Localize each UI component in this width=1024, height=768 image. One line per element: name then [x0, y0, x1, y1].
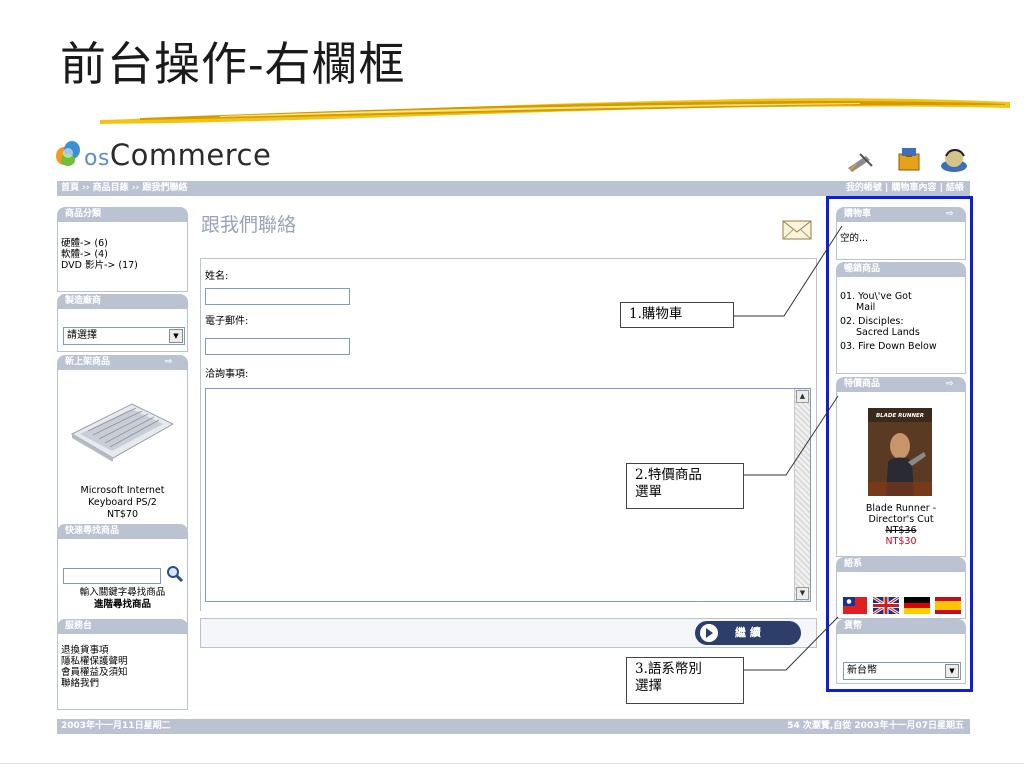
manufacturers-box: 製造廠商 請選擇 ▼	[57, 294, 188, 352]
enquiry-label: 洽詢事項:	[205, 369, 249, 380]
category-item[interactable]: 軟體-> (4)	[61, 249, 184, 260]
footer-counter: 54 次瀏覽,自從 2003年十一月07日星期五	[787, 721, 964, 731]
new-product-name[interactable]: Microsoft Internet	[58, 485, 187, 497]
callout-cart: 1.購物車	[620, 302, 734, 328]
arrow-right-icon	[700, 624, 718, 642]
scroll-down-icon[interactable]: ▼	[796, 587, 809, 600]
advanced-search-link[interactable]: 進階尋找商品	[58, 599, 187, 611]
footer-bar: 2003年十一月11日星期二 54 次瀏覽,自從 2003年十一月07日星期五	[57, 719, 970, 734]
callout-specials: 2.特價商品 選單	[626, 463, 744, 509]
scroll-up-icon[interactable]: ▲	[796, 390, 809, 403]
information-title: 服務台	[57, 619, 188, 634]
breadcrumb-bar: 首頁 ›› 商品目錄 ›› 跟我們聯絡 我的帳號 | 購物車內容 | 結帳	[57, 181, 970, 196]
keyboard-image[interactable]	[70, 400, 175, 462]
callout-lang-line2: 選擇	[635, 678, 662, 694]
quick-find-box: 快速尋找商品 輸入關鍵字尋找商品 進階尋找商品	[57, 524, 188, 625]
account-icon[interactable]	[846, 150, 874, 174]
right-column-highlight	[826, 196, 973, 692]
logo-commerce: Commerce	[109, 138, 272, 172]
email-field[interactable]	[205, 338, 350, 355]
category-item[interactable]: 硬體-> (6)	[61, 238, 184, 249]
new-products-box: 新上架商品 ⇨ Microsoft Internet Keyboard PS/2 …	[57, 355, 188, 529]
search-icon[interactable]	[166, 565, 184, 583]
callout-specials-line2: 選單	[635, 484, 662, 500]
quick-find-hint: 輸入關鍵字尋找商品	[79, 587, 166, 598]
information-box: 服務台 退換貨事項 隱私權保護聲明 會員權益及須知 聯絡我們	[57, 619, 188, 710]
callout-lang-line1: 3.語系幣別	[635, 661, 702, 677]
oscommerce-logo[interactable]: osCommerce	[84, 138, 271, 172]
category-item[interactable]: DVD 影片-> (17)	[61, 260, 184, 271]
new-products-title: 新上架商品 ⇨	[57, 355, 188, 370]
checkout-icon[interactable]	[938, 144, 970, 174]
oscommerce-logo-icon	[56, 141, 80, 166]
footer-date: 2003年十一月11日星期二	[61, 721, 171, 731]
new-product-name-2[interactable]: Keyboard PS/2	[58, 497, 187, 509]
breadcrumb[interactable]: 首頁 ›› 商品目錄 ›› 跟我們聯絡	[61, 181, 187, 196]
callout-specials-line1: 2.特價商品	[635, 467, 702, 483]
logo-os: os	[84, 146, 110, 171]
continue-label: 繼 續	[735, 626, 761, 639]
arrow-icon[interactable]: ⇨	[165, 355, 173, 370]
chevron-down-icon: ▼	[169, 329, 183, 343]
account-links[interactable]: 我的帳號 | 購物車內容 | 結帳	[846, 181, 964, 196]
manufacturers-title: 製造廠商	[57, 294, 188, 309]
textarea-scrollbar[interactable]: ▲ ▼	[794, 389, 810, 601]
manufacturer-select[interactable]: 請選擇 ▼	[63, 327, 185, 345]
info-link[interactable]: 聯絡我們	[61, 678, 184, 689]
continue-button[interactable]: 繼 續	[695, 621, 801, 645]
callout-language-currency: 3.語系幣別 選擇	[626, 657, 744, 704]
info-link[interactable]: 隱私權保護聲明	[61, 656, 184, 667]
manufacturer-select-value: 請選擇	[67, 330, 97, 341]
categories-box: 商品分類 硬體-> (6) 軟體-> (4) DVD 影片-> (17)	[57, 207, 188, 292]
info-link[interactable]: 會員權益及須知	[61, 667, 184, 678]
page-heading: 跟我們聯絡	[201, 214, 297, 236]
new-product-price: NT$70	[106, 509, 139, 520]
quick-find-input[interactable]	[63, 568, 161, 584]
slide-title: 前台操作-右欄框	[60, 37, 406, 91]
envelope-icon	[782, 220, 812, 240]
quick-find-title: 快速尋找商品	[57, 524, 188, 539]
slide-bottom-rule	[0, 763, 1024, 764]
title-underline-brush	[100, 98, 1010, 124]
email-label: 電子郵件:	[205, 316, 249, 327]
cart-icon[interactable]	[894, 144, 924, 174]
name-label: 姓名:	[205, 271, 229, 282]
categories-title: 商品分類	[57, 207, 188, 222]
info-link[interactable]: 退換貨事項	[61, 645, 184, 656]
name-field[interactable]	[205, 288, 350, 305]
